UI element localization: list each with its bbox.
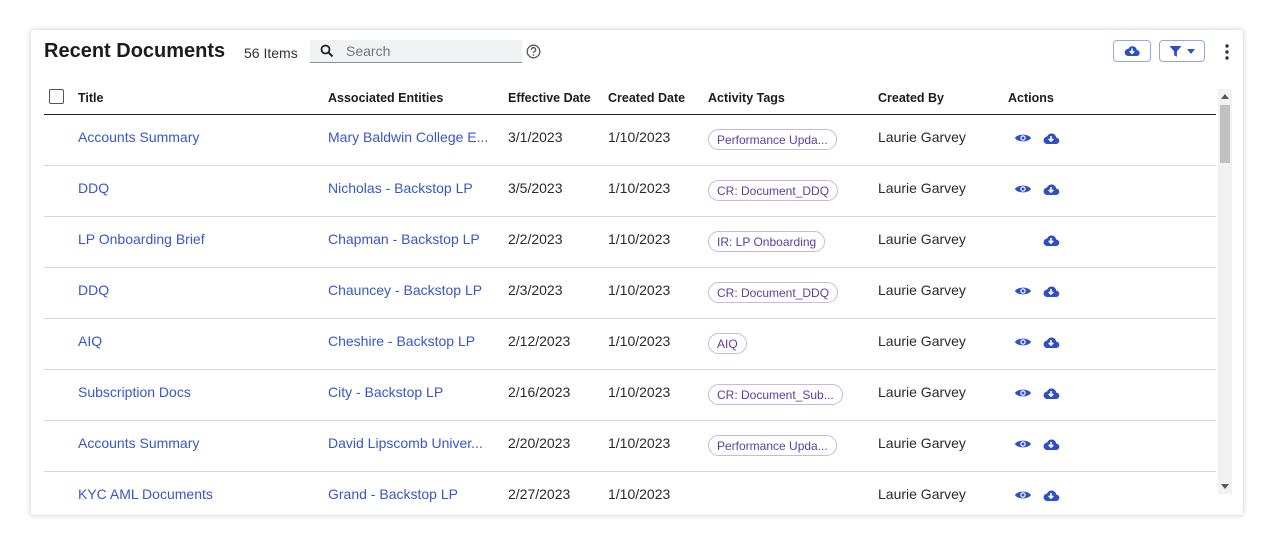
table-header: Title Associated Entities Effective Date…	[44, 87, 1216, 115]
table-row[interactable]: KYC AML Documents Grand - Backstop LP 2/27…	[44, 472, 1216, 515]
entity-link[interactable]: Grand - Backstop LP	[328, 486, 496, 502]
column-title[interactable]: Title	[78, 91, 103, 105]
created-by: Laurie Garvey	[878, 180, 966, 196]
view-icon[interactable]	[1014, 131, 1032, 145]
cloud-download-icon	[1124, 46, 1140, 57]
created-by: Laurie Garvey	[878, 384, 966, 400]
activity-tag[interactable]: Performance Upda...	[708, 435, 837, 456]
view-icon[interactable]	[1014, 437, 1032, 451]
page-title: Recent Documents	[44, 40, 226, 62]
document-title-link[interactable]: LP Onboarding Brief	[78, 231, 308, 247]
document-title-link[interactable]: Accounts Summary	[78, 129, 308, 145]
download-icon[interactable]	[1042, 335, 1060, 349]
created-date: 1/10/2023	[608, 384, 671, 400]
vertical-scrollbar[interactable]	[1218, 89, 1232, 494]
download-icon[interactable]	[1042, 233, 1060, 247]
view-icon[interactable]	[1014, 335, 1032, 349]
created-date: 1/10/2023	[608, 333, 671, 349]
entity-link[interactable]: David Lipscomb Univer...	[328, 435, 496, 451]
effective-date: 2/16/2023	[508, 384, 571, 400]
entity-link[interactable]: Mary Baldwin College E...	[328, 129, 496, 145]
view-icon[interactable]	[1014, 182, 1032, 196]
download-icon[interactable]	[1042, 182, 1060, 196]
column-effective-date[interactable]: Effective Date	[508, 91, 591, 105]
activity-tag[interactable]: CR: Document_DDQ	[708, 282, 839, 303]
document-title-link[interactable]: AIQ	[78, 333, 308, 349]
created-by: Laurie Garvey	[878, 486, 966, 502]
download-icon[interactable]	[1042, 437, 1060, 451]
more-vert-icon[interactable]	[1223, 43, 1231, 61]
activity-tag[interactable]: IR: LP Onboarding	[708, 231, 826, 252]
table-row[interactable]: DDQ Nicholas - Backstop LP 3/5/2023 1/10/20…	[44, 166, 1216, 217]
view-icon[interactable]	[1014, 284, 1032, 298]
table-row[interactable]: Accounts Summary David Lipscomb Univer...…	[44, 421, 1216, 472]
document-title-link[interactable]: KYC AML Documents	[78, 486, 308, 502]
search-box[interactable]	[310, 40, 522, 63]
document-title-link[interactable]: Accounts Summary	[78, 435, 308, 451]
table-row[interactable]: Accounts Summary Mary Baldwin College E..…	[44, 115, 1216, 166]
scroll-up-arrow[interactable]	[1221, 94, 1229, 99]
activity-tag[interactable]: Performance Upda...	[708, 129, 837, 150]
created-date: 1/10/2023	[608, 282, 671, 298]
download-icon[interactable]	[1042, 386, 1060, 400]
document-title-link[interactable]: DDQ	[78, 282, 308, 298]
recent-documents-card: Recent Documents 56 Items Search Title A…	[31, 30, 1243, 515]
created-date: 1/10/2023	[608, 486, 671, 502]
created-by: Laurie Garvey	[878, 129, 966, 145]
scrollbar-thumb[interactable]	[1220, 105, 1230, 163]
chevron-down-icon	[1187, 48, 1195, 54]
select-all-checkbox[interactable]	[49, 89, 64, 104]
download-icon[interactable]	[1042, 284, 1060, 298]
created-date: 1/10/2023	[608, 129, 671, 145]
created-by: Laurie Garvey	[878, 435, 966, 451]
column-associated-entities[interactable]: Associated Entities	[328, 91, 443, 105]
download-icon[interactable]	[1042, 131, 1060, 145]
table-row[interactable]: AIQ Cheshire - Backstop LP 2/12/2023 1/10/2…	[44, 319, 1216, 370]
entity-link[interactable]: Chauncey - Backstop LP	[328, 282, 496, 298]
view-icon[interactable]	[1014, 488, 1032, 502]
effective-date: 3/1/2023	[508, 129, 563, 145]
card-header: Recent Documents 56 Items	[31, 30, 1243, 74]
filter-button[interactable]	[1159, 40, 1205, 62]
created-date: 1/10/2023	[608, 180, 671, 196]
scroll-down-arrow[interactable]	[1221, 484, 1229, 489]
document-title-link[interactable]: Subscription Docs	[78, 384, 308, 400]
help-icon[interactable]	[526, 44, 541, 59]
search-icon	[320, 44, 334, 58]
document-title-link[interactable]: DDQ	[78, 180, 308, 196]
table-row[interactable]: LP Onboarding Brief Chapman - Backstop LP…	[44, 217, 1216, 268]
effective-date: 2/3/2023	[508, 282, 563, 298]
table-row[interactable]: Subscription Docs City - Backstop LP 2/16/…	[44, 370, 1216, 421]
table-row[interactable]: DDQ Chauncey - Backstop LP 2/3/2023 1/10/20…	[44, 268, 1216, 319]
download-icon[interactable]	[1042, 488, 1060, 502]
activity-tag[interactable]: CR: Document_Sub...	[708, 384, 843, 405]
entity-link[interactable]: City - Backstop LP	[328, 384, 496, 400]
download-all-button[interactable]	[1113, 40, 1151, 62]
search-input[interactable]	[346, 41, 516, 61]
column-created-date[interactable]: Created Date	[608, 91, 685, 105]
table-body: Accounts Summary Mary Baldwin College E..…	[44, 115, 1216, 515]
effective-date: 2/20/2023	[508, 435, 571, 451]
activity-tag[interactable]: AIQ	[708, 333, 747, 354]
effective-date: 2/27/2023	[508, 486, 571, 502]
column-activity-tags[interactable]: Activity Tags	[708, 91, 785, 105]
effective-date: 3/5/2023	[508, 180, 563, 196]
created-by: Laurie Garvey	[878, 333, 966, 349]
effective-date: 2/2/2023	[508, 231, 563, 247]
activity-tag[interactable]: CR: Document_DDQ	[708, 180, 839, 201]
column-actions: Actions	[1008, 91, 1054, 105]
column-created-by[interactable]: Created By	[878, 91, 944, 105]
created-by: Laurie Garvey	[878, 231, 966, 247]
view-icon[interactable]	[1014, 386, 1032, 400]
entity-link[interactable]: Chapman - Backstop LP	[328, 231, 496, 247]
entity-link[interactable]: Cheshire - Backstop LP	[328, 333, 496, 349]
filter-icon	[1169, 45, 1182, 57]
entity-link[interactable]: Nicholas - Backstop LP	[328, 180, 496, 196]
created-by: Laurie Garvey	[878, 282, 966, 298]
item-count: 56 Items	[244, 45, 298, 61]
created-date: 1/10/2023	[608, 435, 671, 451]
effective-date: 2/12/2023	[508, 333, 571, 349]
created-date: 1/10/2023	[608, 231, 671, 247]
